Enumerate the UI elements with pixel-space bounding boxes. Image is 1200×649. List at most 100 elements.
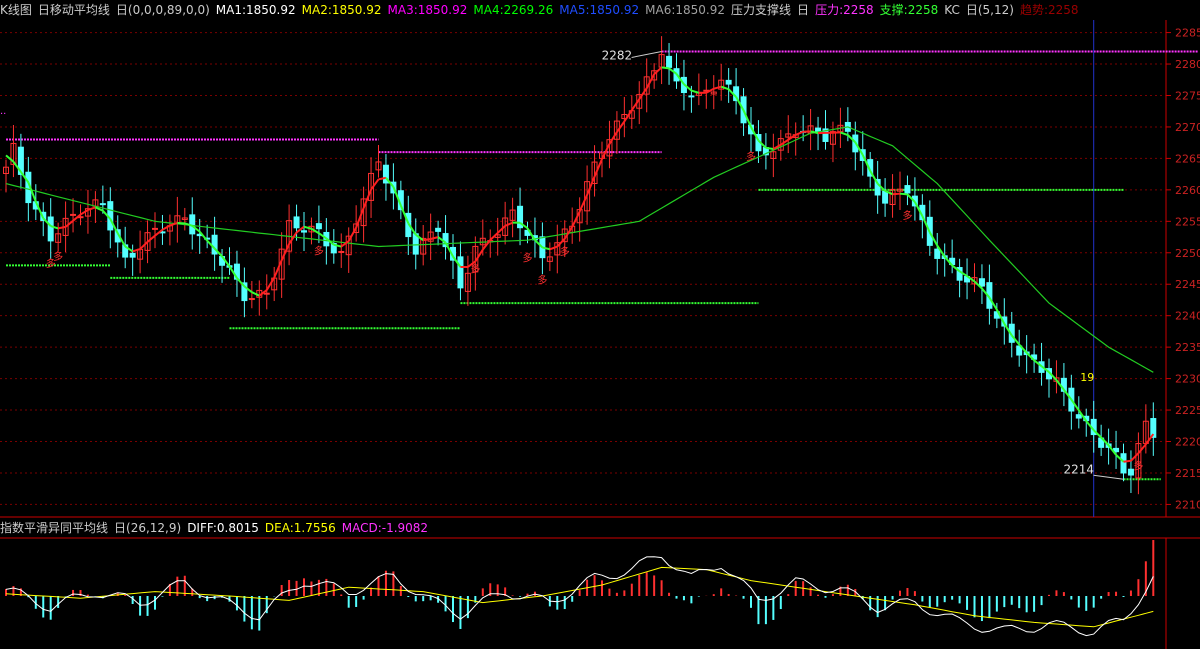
trend-line-segment [1137,443,1147,454]
candle-body [301,230,307,233]
candle-body [47,216,54,242]
trend-line-segment [1123,459,1132,463]
trend-line-segment [161,224,171,231]
price-tick-label: 2250 [1175,247,1200,260]
candle-body [457,256,464,289]
buy-signal-label: 多 [314,245,324,258]
trend-line-segment [430,236,439,240]
price-tick-label: 2245 [1175,278,1200,291]
trend-line-segment [586,176,596,196]
candle-body [263,292,270,295]
trend-line-segment [34,201,45,219]
trend-line-segment [474,249,484,263]
buy-signal-label: 多 [1133,460,1143,473]
candle-body [435,227,442,232]
candle-body [152,227,158,230]
price-tick-label: 2230 [1175,373,1200,386]
trend-line-segment [288,231,298,245]
trend-line-segment [899,192,908,196]
trend-line-segment [132,248,141,253]
trend-line-segment [5,154,15,163]
trend-line-segment [1130,452,1140,462]
buy-signal-label: 多 [746,150,756,163]
trend-line-segment [795,130,804,136]
trend-line-segment [765,146,774,150]
candle-body [1120,453,1127,474]
price-tick-label: 2275 [1175,89,1200,102]
trend-line-segment [623,109,633,123]
buy-signal-label: 多 [560,245,570,258]
buy-signal-label: 多 [902,209,912,222]
trend-line-segment [616,120,626,133]
buy-signal-label: 多 [537,274,547,287]
trend-line-segment [303,225,312,230]
trend-line-segment [497,225,506,234]
stock-chart[interactable]: 2210 2215 2220 2225 2230 2235 2240 2245 2250 2255… [0,0,1200,649]
trend-line-segment [265,277,276,291]
trend-line-segment [661,66,670,70]
trend-line-segment [146,234,156,243]
candle-body [978,278,985,287]
price-tick-label: 2280 [1175,58,1200,71]
trend-line-segment [869,170,879,185]
trend-line-segment [273,259,283,279]
candle-body [293,216,300,229]
trend-line-segment [608,131,618,145]
trend-line-segment [691,89,700,94]
trend-line-segment [347,227,358,242]
trend-line-segment [87,206,96,211]
candle-body [70,213,77,216]
buy-signal-label: 多 [53,250,63,263]
trend-line-segment [713,85,722,90]
price-tick-label: 2260 [1175,184,1200,197]
candle-body [338,250,345,253]
candle-body [904,185,911,194]
candle-body [666,55,673,68]
trend-line-segment [645,73,656,89]
annotation-leader [1093,474,1124,480]
candle-body [882,190,889,204]
trend-line-segment [549,245,558,251]
trend-line-segment [139,241,149,250]
offscreen-marker: ·· [0,109,6,120]
candle-body [129,252,136,258]
price-tick-label: 2265 [1175,152,1200,165]
annotation-leader [631,50,662,58]
trend-line-segment [423,238,431,242]
trend-line-segment [355,207,365,228]
trend-line-segment [892,192,901,196]
annotation-label: 2282 [602,48,633,62]
price-tick-label: 2225 [1175,404,1200,417]
ma-long-line [5,126,1154,373]
trend-line-segment [1145,433,1155,445]
trend-line-segment [578,194,589,213]
trend-line-segment [489,232,499,241]
trend-line-segment [280,243,291,261]
trend-line-segment [571,211,581,228]
price-tick-label: 2255 [1175,215,1200,228]
trend-line-segment [504,221,513,227]
buy-signal-label: 多 [523,251,533,264]
trend-line-segment [310,227,320,235]
price-tick-label: 2235 [1175,341,1200,354]
price-tick-label: 2285 [1175,27,1200,40]
candle-body [99,203,106,206]
price-tick-label: 2270 [1175,121,1200,134]
buy-signal-label: 多 [470,262,480,275]
price-tick-label: 2220 [1175,436,1200,449]
trend-line-segment [57,225,66,230]
candle-body [725,79,732,85]
candle-body [1075,414,1082,419]
price-tick-label: 2210 [1175,498,1200,511]
candle-body [315,223,322,230]
price-tick-label: 2240 [1175,310,1200,323]
candle-body [934,248,941,259]
annotation-label: 19 [1080,371,1094,384]
annotation-label: 2214 [1064,462,1095,476]
candle-body [248,298,255,301]
trend-line-segment [840,131,849,136]
trend-line-segment [79,209,89,216]
price-tick-label: 2215 [1175,467,1200,480]
trend-line-segment [370,178,380,191]
candle-body [688,95,695,98]
